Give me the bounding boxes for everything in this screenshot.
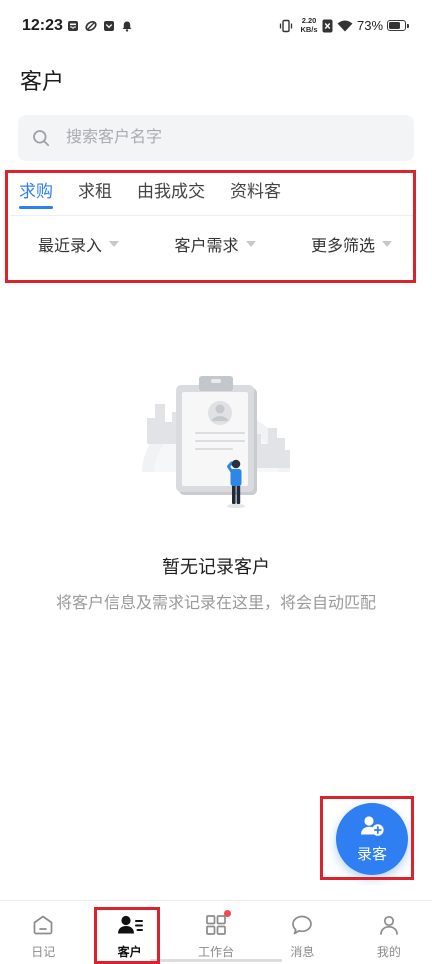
tab-buy[interactable]: 求购 xyxy=(19,172,53,215)
filter-label: 客户需求 xyxy=(174,238,239,255)
tab-label: 由我成交 xyxy=(137,182,205,201)
tab-label: 资料客 xyxy=(230,182,281,201)
left-buildings xyxy=(147,404,178,444)
nav-label: 工作台 xyxy=(198,945,235,959)
status-notification-icons xyxy=(67,20,133,32)
nav-item-workbench[interactable]: 工作台 xyxy=(173,901,259,964)
search-input[interactable] xyxy=(66,115,396,161)
active-tab-indicator xyxy=(19,206,53,209)
tab-rent[interactable]: 求租 xyxy=(78,172,112,215)
empty-state-title: 暂无记录客户 xyxy=(162,557,270,577)
workbench-grid-icon xyxy=(204,910,232,937)
empty-clipboard-illustration xyxy=(142,376,290,509)
nav-label: 日记 xyxy=(31,945,56,959)
battery-percentage: 73% xyxy=(357,18,384,33)
nav-label: 我的 xyxy=(376,945,401,959)
nav-item-diary[interactable]: 日记 xyxy=(0,901,86,964)
status-time: 12:23 xyxy=(22,17,63,34)
caret-down-icon xyxy=(245,241,256,247)
filter-recently-added[interactable]: 最近录入 xyxy=(38,232,120,256)
notification-badge-dot xyxy=(224,910,232,917)
tab-label: 求购 xyxy=(19,182,53,201)
vibrate-icon xyxy=(279,19,293,33)
message-chat-icon xyxy=(290,913,314,937)
status-bar: 12:23 2.20 KB/s 73% xyxy=(0,0,432,52)
add-customer-icon xyxy=(359,815,385,837)
clipboard xyxy=(176,376,257,495)
tray-notification-icon xyxy=(67,20,79,32)
filter-customer-needs[interactable]: 客户需求 xyxy=(174,232,256,256)
filter-more[interactable]: 更多筛选 xyxy=(311,232,392,256)
tab-closed-by-me[interactable]: 由我成交 xyxy=(137,172,205,215)
filter-bar: 最近录入 客户需求 更多筛选 xyxy=(38,222,392,266)
filter-label: 更多筛选 xyxy=(310,238,375,255)
network-speed-value: 2.20 xyxy=(301,16,317,25)
caret-down-icon xyxy=(381,241,392,247)
customer-type-tabs: 求购 求租 由我成交 资料客 xyxy=(0,172,432,215)
gesture-handle[interactable] xyxy=(150,959,282,962)
nav-label: 客户 xyxy=(117,945,142,959)
customer-list-icon xyxy=(117,913,143,937)
wifi-icon xyxy=(337,19,353,32)
message-box-icon xyxy=(103,20,115,32)
bottom-navigation: 日记 客户 工作台 消息 我的 xyxy=(0,900,432,964)
battery-icon xyxy=(387,20,409,31)
network-speed-unit: KB/s xyxy=(300,25,318,34)
filter-label: 最近录入 xyxy=(38,238,103,255)
profile-icon xyxy=(377,913,401,937)
diary-home-icon xyxy=(31,913,55,937)
battery-fill xyxy=(389,22,400,29)
nav-item-customers[interactable]: 客户 xyxy=(86,901,172,964)
caret-down-icon xyxy=(109,241,120,247)
tab-profile-customers[interactable]: 资料客 xyxy=(230,172,281,215)
network-speed: 2.20 KB/s xyxy=(297,16,321,34)
no-sim-icon xyxy=(322,19,333,33)
search-bar[interactable] xyxy=(18,115,414,161)
nav-item-messages[interactable]: 消息 xyxy=(259,901,345,964)
nav-item-me[interactable]: 我的 xyxy=(346,901,432,964)
add-customer-fab[interactable]: 录客 xyxy=(336,803,408,875)
empty-state-description: 将客户信息及需求记录在这里，将会自动匹配 xyxy=(55,595,376,612)
search-icon xyxy=(32,129,50,147)
tab-label: 求租 xyxy=(78,182,112,201)
right-buildings xyxy=(253,428,290,468)
page-title: 客户 xyxy=(20,69,65,94)
oval-app-icon xyxy=(85,20,97,32)
fab-label: 录客 xyxy=(356,846,387,863)
bell-icon xyxy=(121,20,133,32)
tabs-divider xyxy=(10,215,416,216)
nav-label: 消息 xyxy=(290,945,315,959)
